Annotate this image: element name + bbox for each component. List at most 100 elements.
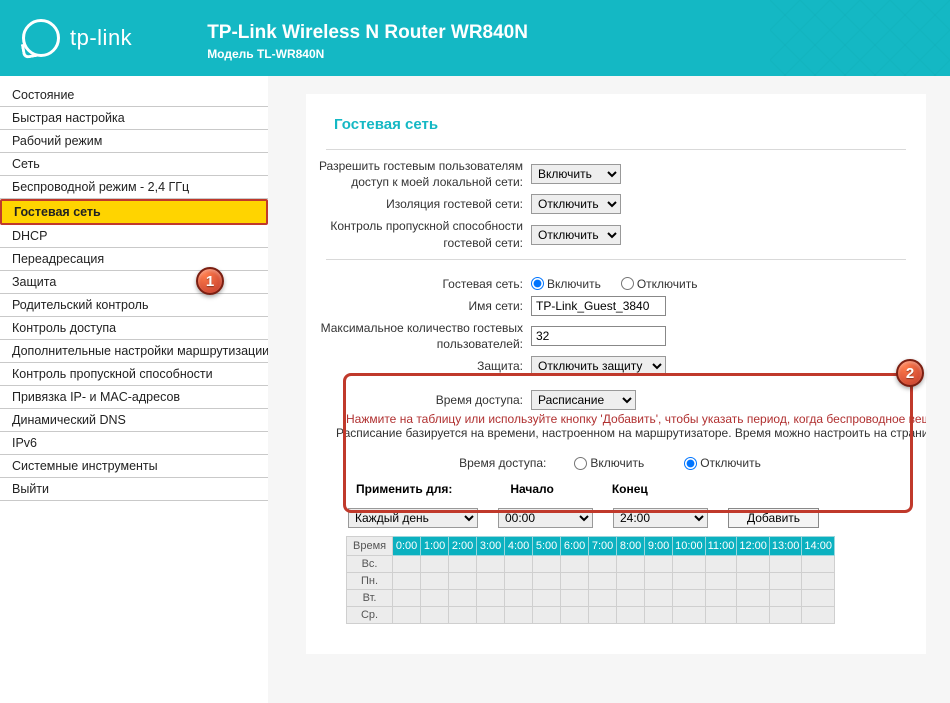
- schedule-cell[interactable]: [505, 573, 533, 590]
- sidebar-item[interactable]: Привязка IP- и MAC-адресов: [0, 386, 268, 409]
- schedule-cell[interactable]: [477, 590, 505, 607]
- label-allow-local: Разрешить гостевым пользователям доступ …: [306, 158, 531, 190]
- sidebar-item[interactable]: Контроль доступа: [0, 317, 268, 340]
- schedule-cell[interactable]: [589, 590, 617, 607]
- schedule-hour-header: 14:00: [802, 537, 835, 556]
- schedule-cell[interactable]: [421, 573, 449, 590]
- schedule-cell[interactable]: [505, 607, 533, 624]
- schedule-cell[interactable]: [449, 573, 477, 590]
- schedule-cell[interactable]: [769, 556, 802, 573]
- schedule-cell[interactable]: [617, 556, 645, 573]
- radio-guest-disable[interactable]: Отключить: [621, 277, 698, 291]
- schedule-cell[interactable]: [705, 556, 737, 573]
- annotation-badge-1: 1: [196, 267, 224, 295]
- sidebar-item[interactable]: Динамический DNS: [0, 409, 268, 432]
- schedule-cell[interactable]: [769, 590, 802, 607]
- sidebar-item[interactable]: Состояние: [0, 84, 268, 107]
- schedule-cell[interactable]: [561, 590, 589, 607]
- schedule-cell[interactable]: [705, 607, 737, 624]
- sidebar-item[interactable]: Рабочий режим: [0, 130, 268, 153]
- schedule-cell[interactable]: [561, 556, 589, 573]
- schedule-cell[interactable]: [589, 556, 617, 573]
- sidebar-item[interactable]: Быстрая настройка: [0, 107, 268, 130]
- schedule-cell[interactable]: [673, 607, 706, 624]
- schedule-cell[interactable]: [617, 607, 645, 624]
- schedule-cell[interactable]: [421, 556, 449, 573]
- schedule-day-label: Вт.: [347, 590, 393, 607]
- schedule-cell[interactable]: [769, 573, 802, 590]
- schedule-cell[interactable]: [645, 590, 673, 607]
- schedule-cell[interactable]: [617, 590, 645, 607]
- select-allow-local[interactable]: Включить: [531, 164, 621, 184]
- schedule-cell[interactable]: [673, 573, 706, 590]
- schedule-day-label: Пн.: [347, 573, 393, 590]
- schedule-cell[interactable]: [393, 573, 421, 590]
- sidebar-item[interactable]: Защита: [0, 271, 268, 294]
- schedule-cell[interactable]: [477, 607, 505, 624]
- radio-guest-enable[interactable]: Включить: [531, 277, 601, 291]
- select-isolation[interactable]: Отключить: [531, 194, 621, 214]
- sidebar-item[interactable]: Гостевая сеть: [0, 199, 268, 225]
- schedule-cell[interactable]: [533, 590, 561, 607]
- schedule-cell[interactable]: [737, 590, 770, 607]
- schedule-cell[interactable]: [533, 556, 561, 573]
- schedule-cell[interactable]: [561, 573, 589, 590]
- schedule-cell[interactable]: [449, 556, 477, 573]
- schedule-cell[interactable]: [533, 607, 561, 624]
- schedule-cell[interactable]: [802, 607, 835, 624]
- schedule-cell[interactable]: [705, 590, 737, 607]
- schedule-cell[interactable]: [617, 573, 645, 590]
- schedule-cell[interactable]: [561, 607, 589, 624]
- input-max-users[interactable]: [531, 326, 666, 346]
- schedule-cell[interactable]: [645, 556, 673, 573]
- schedule-cell[interactable]: [769, 607, 802, 624]
- schedule-cell[interactable]: [673, 556, 706, 573]
- schedule-cell[interactable]: [449, 590, 477, 607]
- schedule-cell[interactable]: [802, 590, 835, 607]
- schedule-cell[interactable]: [645, 573, 673, 590]
- schedule-cell[interactable]: [737, 607, 770, 624]
- schedule-hour-header: 8:00: [617, 537, 645, 556]
- sidebar-item[interactable]: Дополнительные настройки маршрутизации: [0, 340, 268, 363]
- schedule-day-label: Ср.: [347, 607, 393, 624]
- schedule-cell[interactable]: [802, 556, 835, 573]
- sidebar-item[interactable]: Сеть: [0, 153, 268, 176]
- sidebar-item[interactable]: Системные инструменты: [0, 455, 268, 478]
- schedule-cell[interactable]: [477, 556, 505, 573]
- schedule-cell[interactable]: [802, 573, 835, 590]
- page-title: Гостевая сеть: [306, 94, 926, 143]
- schedule-cell[interactable]: [737, 556, 770, 573]
- schedule-cell[interactable]: [589, 573, 617, 590]
- sidebar-item[interactable]: Переадресация: [0, 248, 268, 271]
- sidebar-item[interactable]: Контроль пропускной способности: [0, 363, 268, 386]
- sidebar-nav: СостояниеБыстрая настройкаРабочий режимС…: [0, 76, 268, 703]
- schedule-cell[interactable]: [645, 607, 673, 624]
- header-titles: TP-Link Wireless N Router WR840N Модель …: [207, 0, 528, 61]
- select-bandwidth[interactable]: Отключить: [531, 225, 621, 245]
- schedule-cell[interactable]: [393, 607, 421, 624]
- sidebar-item[interactable]: Беспроводной режим - 2,4 ГГц: [0, 176, 268, 199]
- schedule-cell[interactable]: [705, 573, 737, 590]
- input-ssid[interactable]: [531, 296, 666, 316]
- schedule-cell[interactable]: [421, 607, 449, 624]
- schedule-cell[interactable]: [393, 556, 421, 573]
- top-settings: Разрешить гостевым пользователям доступ …: [306, 156, 926, 253]
- schedule-table[interactable]: Время0:001:002:003:004:005:006:007:008:0…: [346, 536, 835, 624]
- sidebar-item[interactable]: IPv6: [0, 432, 268, 455]
- schedule-cell[interactable]: [393, 590, 421, 607]
- schedule-cell[interactable]: [421, 590, 449, 607]
- label-security: Защита:: [306, 358, 531, 374]
- sidebar-item[interactable]: Выйти: [0, 478, 268, 501]
- sidebar-item[interactable]: Родительский контроль: [0, 294, 268, 317]
- schedule-cell[interactable]: [505, 590, 533, 607]
- tp-link-icon: [22, 19, 60, 57]
- schedule-cell[interactable]: [505, 556, 533, 573]
- schedule-cell[interactable]: [449, 607, 477, 624]
- label-max-users: Максимальное количество гостевых пользов…: [306, 320, 531, 352]
- schedule-cell[interactable]: [589, 607, 617, 624]
- schedule-cell[interactable]: [533, 573, 561, 590]
- schedule-cell[interactable]: [477, 573, 505, 590]
- schedule-cell[interactable]: [673, 590, 706, 607]
- schedule-cell[interactable]: [737, 573, 770, 590]
- sidebar-item[interactable]: DHCP: [0, 225, 268, 248]
